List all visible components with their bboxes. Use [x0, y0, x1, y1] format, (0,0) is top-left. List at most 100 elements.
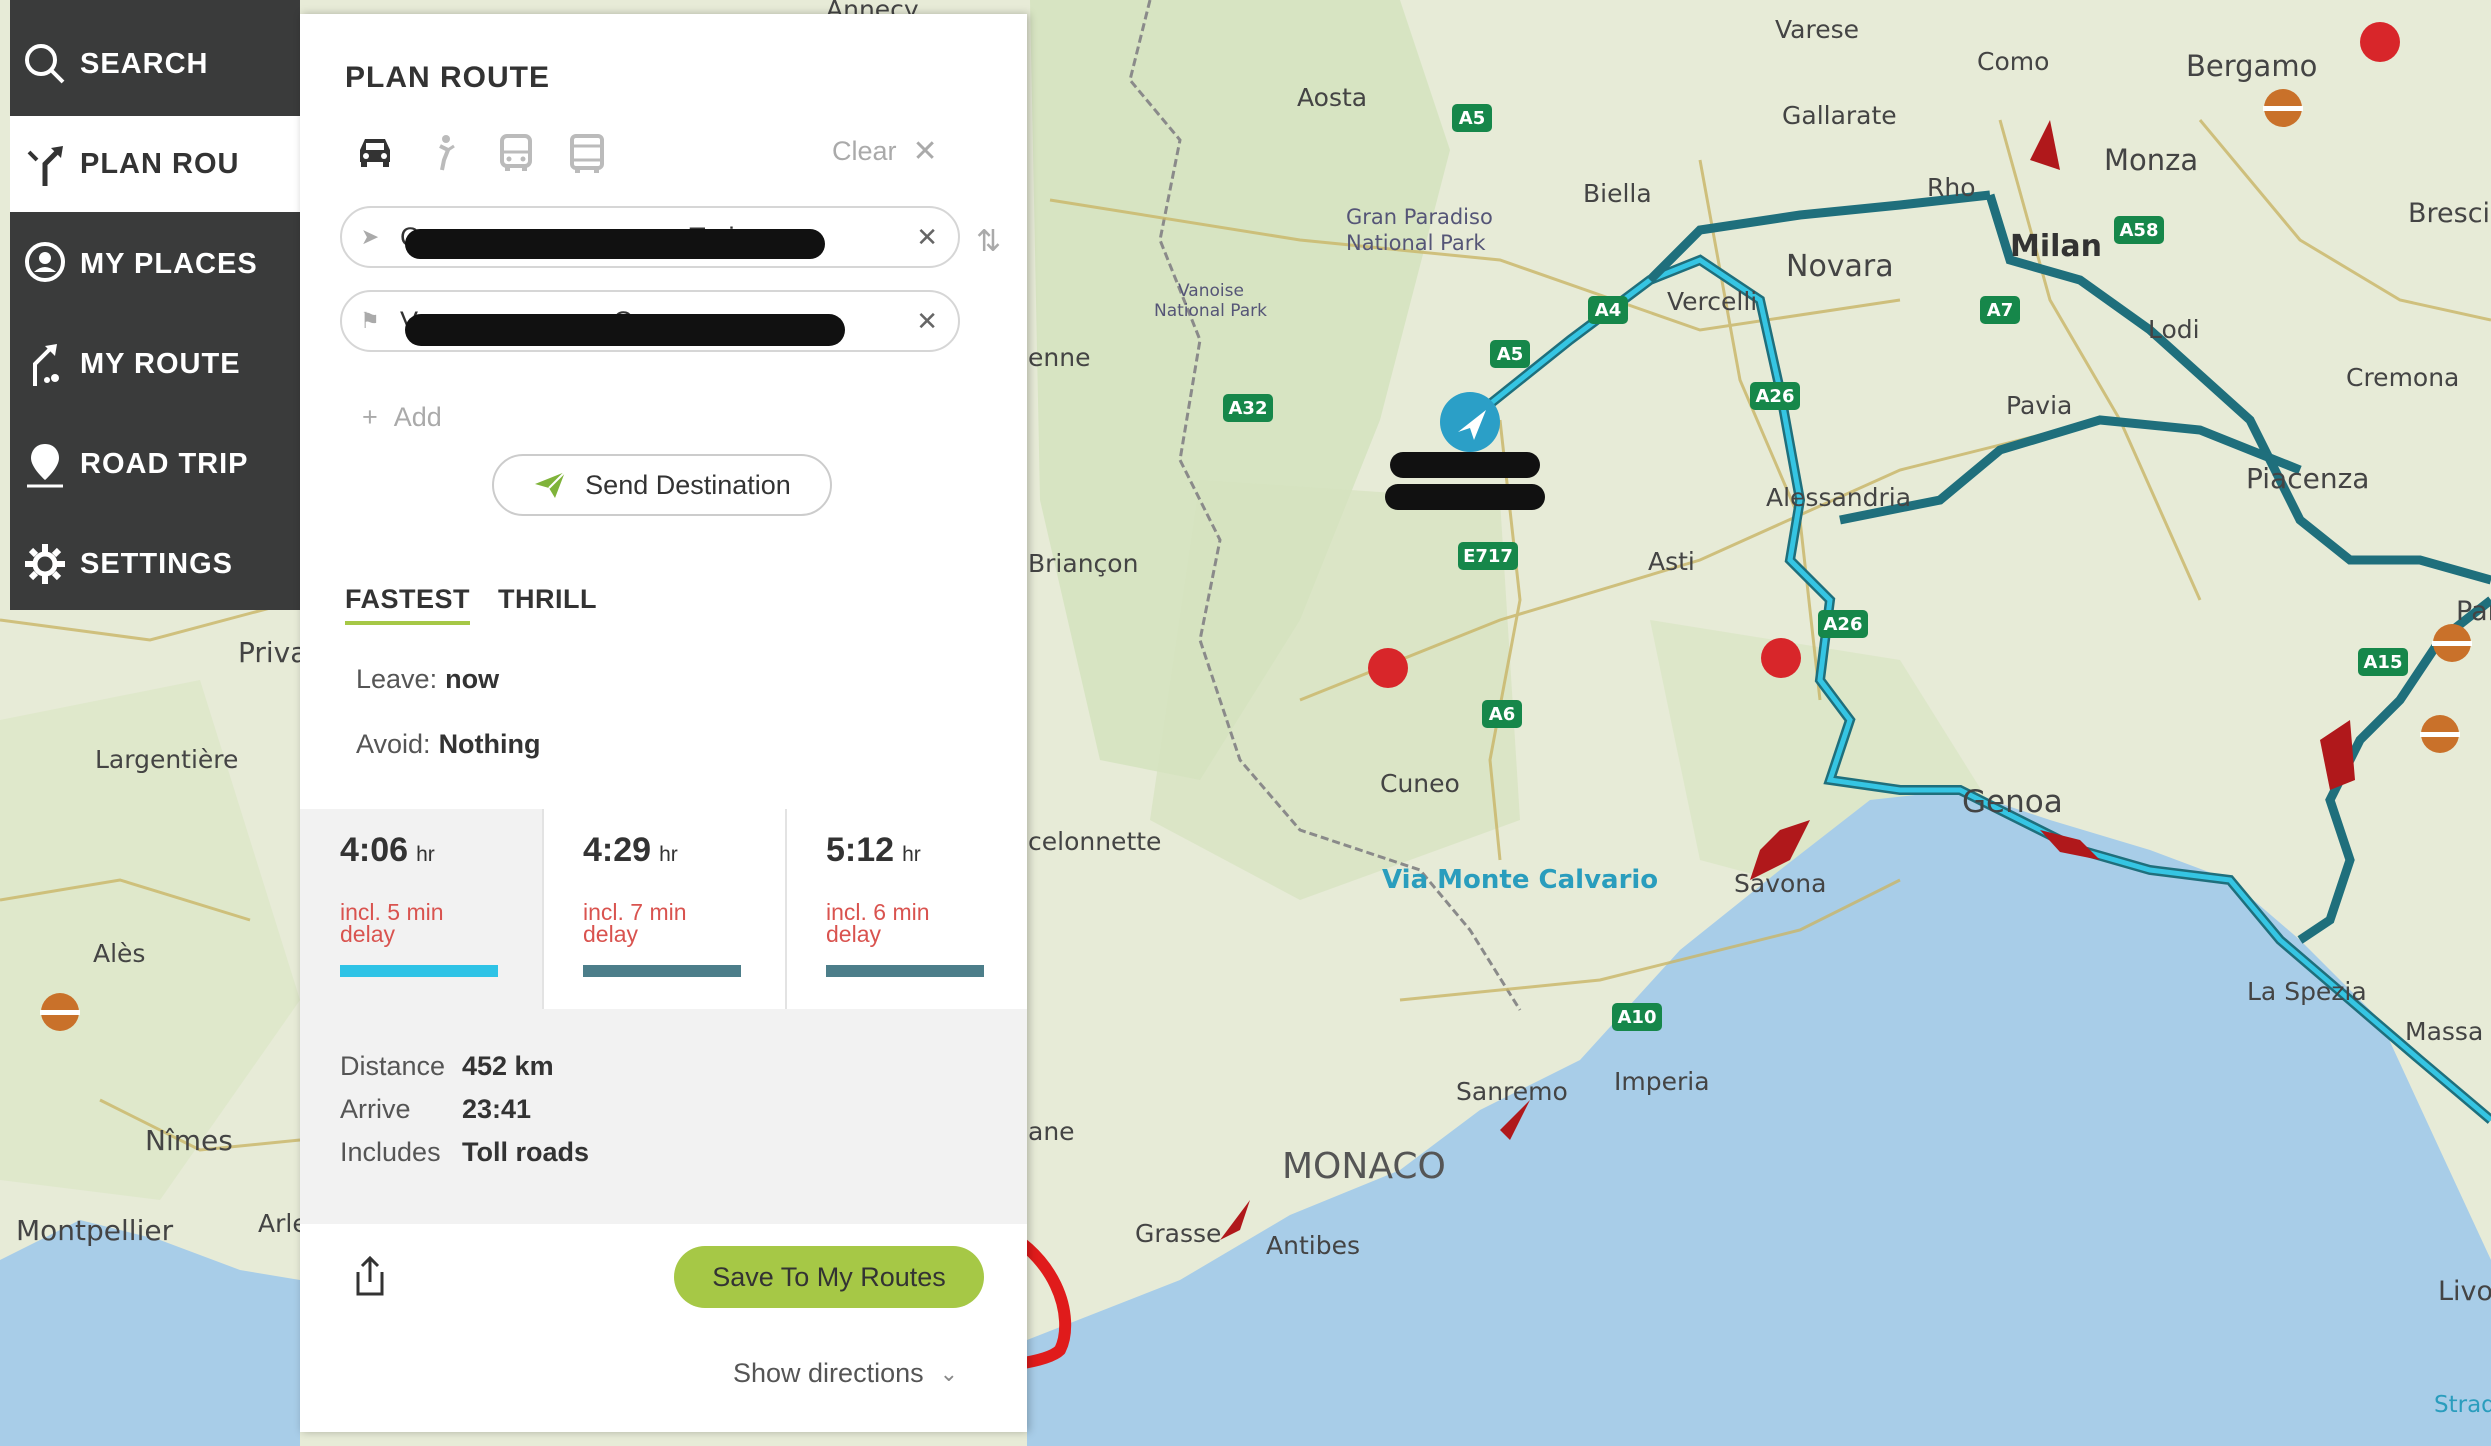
avoid-label: Avoid:	[356, 729, 431, 759]
sidebar-item-my-routes[interactable]: MY ROUTE	[10, 316, 300, 412]
redaction	[405, 229, 825, 259]
svg-text:Milan: Milan	[2010, 229, 2102, 264]
svg-text:A7: A7	[1987, 300, 2013, 321]
route-bar	[583, 965, 741, 977]
svg-text:A26: A26	[1756, 386, 1795, 407]
share-icon[interactable]	[352, 1254, 388, 1303]
arrive-label: Arrive	[340, 1094, 411, 1124]
sidebar-item-my-places[interactable]: MY PLACES	[10, 216, 300, 312]
svg-text:National Park: National Park	[1154, 301, 1267, 321]
svg-text:A5: A5	[1459, 108, 1485, 129]
plan-route-panel: PLAN ROUTE Clear ✕ ➤ ✕ ⚑ ✕ ⇅ + Add Send …	[300, 14, 1027, 1432]
svg-text:A10: A10	[1618, 1007, 1657, 1028]
gear-icon	[10, 542, 80, 586]
svg-text:Asti: Asti	[1648, 547, 1695, 576]
svg-text:A6: A6	[1489, 704, 1515, 725]
leave-value: now	[445, 664, 500, 694]
route-option-1[interactable]: 4:06 hr incl. 5 min delay	[300, 809, 542, 1009]
sidebar-item-settings[interactable]: SETTINGS	[10, 516, 300, 612]
truck-icon[interactable]	[568, 134, 606, 179]
swap-icon[interactable]: ⇅	[976, 224, 1001, 259]
svg-text:Lodi: Lodi	[2148, 315, 2200, 344]
tab-thrill[interactable]: THRILL	[498, 584, 597, 615]
sidebar-item-label: MY ROUTE	[80, 347, 241, 380]
sidebar: SEARCH PLAN ROU MY PLACES MY ROUTE ROAD …	[10, 0, 300, 610]
show-directions-label: Show directions	[733, 1358, 924, 1388]
svg-text:Gallarate: Gallarate	[1782, 101, 1897, 130]
route-unit: hr	[659, 843, 678, 866]
send-label: Send Destination	[585, 469, 791, 500]
distance-label: Distance	[340, 1051, 446, 1081]
svg-text:Montpellier: Montpellier	[16, 1214, 174, 1247]
svg-text:Strad: Strad	[2434, 1392, 2491, 1418]
svg-text:A15: A15	[2364, 652, 2403, 673]
svg-text:A32: A32	[1229, 398, 1268, 419]
clear-origin-icon[interactable]: ✕	[916, 222, 938, 253]
send-destination-button[interactable]: Send Destination	[492, 454, 832, 516]
tab-fastest[interactable]: FASTEST	[345, 584, 471, 625]
svg-text:La Spezia: La Spezia	[2247, 977, 2367, 1006]
svg-text:enne: enne	[1028, 343, 1090, 372]
route-unit: hr	[416, 843, 435, 866]
route-unit: hr	[902, 843, 921, 866]
svg-text:Alès: Alès	[93, 939, 145, 968]
route-delay: incl. 5 min delay	[340, 899, 444, 947]
route-time: 4:06	[340, 831, 409, 869]
route-delay: incl. 6 min delay	[826, 899, 930, 947]
svg-text:Vercelli: Vercelli	[1667, 287, 1757, 316]
svg-text:Piacenza: Piacenza	[2246, 462, 2369, 495]
redaction	[405, 314, 845, 346]
svg-text:A4: A4	[1595, 300, 1621, 321]
sidebar-item-label: SEARCH	[80, 47, 209, 80]
origin-arrow-icon: ➤	[360, 224, 380, 249]
svg-text:E717: E717	[1463, 546, 1513, 567]
bus-icon[interactable]	[498, 134, 534, 177]
sidebar-item-label: SETTINGS	[80, 547, 234, 580]
avoid-option[interactable]: Avoid: Nothing	[356, 729, 541, 760]
svg-text:Pavia: Pavia	[2006, 391, 2072, 420]
svg-text:Cuneo: Cuneo	[1380, 769, 1460, 798]
sidebar-item-plan-route[interactable]: PLAN ROU	[10, 116, 300, 212]
save-to-my-routes-button[interactable]: Save To My Routes	[674, 1246, 984, 1308]
bicycle-icon[interactable]	[428, 134, 458, 177]
includes-value: Toll roads	[462, 1137, 590, 1167]
my-routes-icon	[10, 340, 80, 388]
clear-button[interactable]: Clear ✕	[832, 134, 938, 169]
sidebar-item-road-trips[interactable]: ROAD TRIP	[10, 416, 300, 512]
svg-text:Rho: Rho	[1927, 173, 1976, 202]
svg-text:Livorn: Livorn	[2438, 1276, 2491, 1307]
sidebar-item-label: MY PLACES	[80, 247, 258, 280]
panel-title: PLAN ROUTE	[345, 61, 550, 94]
svg-text:Varese: Varese	[1775, 15, 1859, 44]
clear-destination-icon[interactable]: ✕	[916, 306, 938, 337]
sidebar-item-search[interactable]: SEARCH	[10, 16, 300, 112]
road-trips-icon	[10, 440, 80, 488]
svg-text:Cremona: Cremona	[2346, 363, 2459, 392]
svg-text:A5: A5	[1497, 344, 1523, 365]
leave-option[interactable]: Leave: now	[356, 664, 499, 695]
distance-value: 452 km	[462, 1051, 554, 1081]
show-directions-button[interactable]: Show directions ⌄	[733, 1358, 958, 1389]
route-time: 4:29	[583, 831, 652, 869]
route-option-2[interactable]: 4:29 hr incl. 7 min delay	[543, 809, 785, 1009]
svg-text:A58: A58	[2120, 220, 2159, 241]
route-details: Distance 452 km Arrive 23:41 Includes Toll …	[300, 1009, 1027, 1224]
sidebar-item-label: PLAN ROU	[80, 147, 240, 180]
svg-text:Via Monte Calvario: Via Monte Calvario	[1382, 865, 1658, 895]
svg-text:Savona: Savona	[1734, 869, 1826, 898]
svg-text:Massa: Massa	[2405, 1017, 2483, 1046]
add-stop-button[interactable]: + Add	[362, 402, 442, 433]
route-bar	[826, 965, 984, 977]
plan-route-icon	[10, 140, 80, 188]
svg-text:Monza: Monza	[2104, 143, 2198, 177]
svg-text:Antibes: Antibes	[1266, 1231, 1360, 1260]
route-delay: incl. 7 min delay	[583, 899, 687, 947]
car-icon[interactable]	[356, 134, 394, 173]
svg-text:MONACO: MONACO	[1282, 1146, 1446, 1187]
svg-text:Como: Como	[1977, 47, 2049, 76]
svg-text:Genoa: Genoa	[1962, 784, 2063, 820]
svg-text:Sanremo: Sanremo	[1456, 1077, 1568, 1106]
svg-text:Alessandria: Alessandria	[1766, 483, 1911, 512]
svg-text:celonnette: celonnette	[1028, 827, 1161, 856]
route-option-3[interactable]: 5:12 hr incl. 6 min delay	[786, 809, 1028, 1009]
